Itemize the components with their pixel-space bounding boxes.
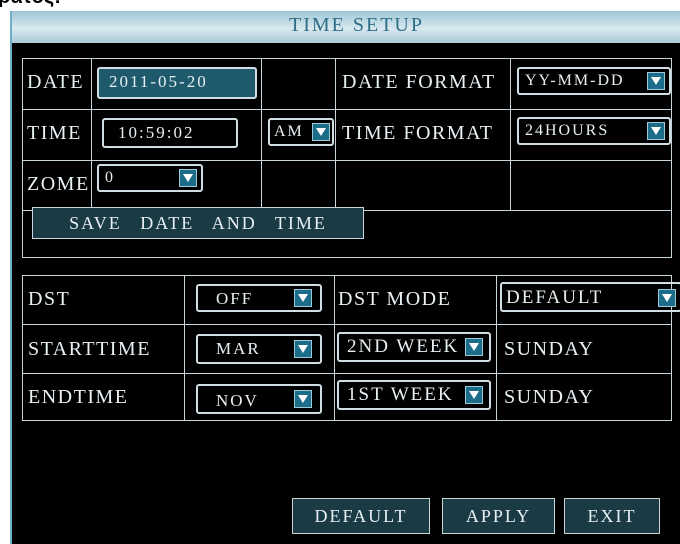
date-label: DATE: [27, 71, 85, 93]
grid-divider: [496, 275, 497, 421]
zone-label: ZOME: [27, 173, 90, 195]
save-date-time-label: SAVE DATE AND TIME: [69, 213, 327, 233]
exit-button-label: EXIT: [587, 506, 637, 526]
apply-button-label: APPLY: [465, 506, 532, 526]
dst-select[interactable]: OFF: [196, 284, 322, 312]
date-format-label: DATE FORMAT: [342, 71, 496, 93]
exit-button[interactable]: EXIT: [564, 498, 660, 534]
end-time-label: ENDTIME: [28, 386, 129, 408]
chevron-down-icon[interactable]: [647, 72, 665, 90]
grid-divider: [22, 373, 672, 374]
time-setup-window: TIME SETUP DATE 2011-05-20 DATE FORMAT Y…: [10, 11, 680, 544]
chevron-down-icon[interactable]: [647, 122, 665, 140]
grid-divider: [22, 160, 672, 161]
grid-divider: [334, 275, 335, 421]
chevron-down-icon[interactable]: [465, 386, 483, 404]
start-week-select[interactable]: 2ND WEEK: [337, 332, 491, 362]
background-text-fragment: ρατός:: [0, 0, 90, 10]
chevron-down-icon[interactable]: [294, 390, 312, 408]
start-week-value: 2ND WEEK: [347, 336, 460, 357]
title-bar: TIME SETUP: [12, 11, 680, 43]
save-date-time-button[interactable]: SAVE DATE AND TIME: [32, 207, 364, 239]
time-format-select[interactable]: 24HOURS: [517, 117, 671, 145]
ampm-select[interactable]: AM: [268, 118, 334, 146]
end-month-value: NOV: [216, 391, 259, 410]
end-week-value: 1ST WEEK: [347, 384, 454, 405]
end-month-select[interactable]: NOV: [196, 384, 322, 414]
end-day-value: SUNDAY: [504, 386, 595, 408]
chevron-down-icon[interactable]: [179, 169, 197, 187]
grid-divider: [184, 275, 185, 421]
grid-divider: [510, 58, 511, 211]
chevron-down-icon[interactable]: [465, 338, 483, 356]
dst-mode-select[interactable]: DEFAULT: [500, 282, 680, 312]
start-time-label: STARTTIME: [28, 338, 151, 360]
end-week-select[interactable]: 1ST WEEK: [337, 380, 491, 410]
time-value: 10:59:02: [118, 123, 195, 142]
time-field[interactable]: 10:59:02: [102, 118, 238, 148]
default-button-label: DEFAULT: [314, 506, 408, 526]
dst-mode-label: DST MODE: [338, 288, 452, 310]
start-month-value: MAR: [216, 339, 261, 358]
chevron-down-icon[interactable]: [658, 289, 676, 307]
time-format-value: 24HOURS: [525, 122, 610, 139]
default-button[interactable]: DEFAULT: [292, 498, 430, 534]
date-field[interactable]: 2011-05-20: [97, 67, 257, 99]
zone-value: 0: [105, 169, 115, 186]
time-label: TIME: [27, 122, 82, 144]
window-title: TIME SETUP: [289, 14, 424, 36]
date-format-select[interactable]: YY-MM-DD: [517, 67, 671, 95]
start-month-select[interactable]: MAR: [196, 334, 322, 364]
start-day-value: SUNDAY: [504, 338, 595, 360]
dst-value: OFF: [216, 289, 254, 308]
dst-mode-value: DEFAULT: [506, 287, 604, 308]
date-format-value: YY-MM-DD: [525, 72, 625, 89]
time-format-label: TIME FORMAT: [342, 122, 494, 144]
ampm-value: AM: [274, 123, 304, 140]
chevron-down-icon[interactable]: [294, 289, 312, 307]
grid-divider: [22, 109, 672, 110]
apply-button[interactable]: APPLY: [442, 498, 555, 534]
date-value: 2011-05-20: [109, 72, 208, 91]
grid-divider: [22, 324, 672, 325]
zone-select[interactable]: 0: [97, 164, 203, 192]
dst-label: DST: [28, 288, 71, 310]
chevron-down-icon[interactable]: [312, 123, 330, 141]
chevron-down-icon[interactable]: [294, 340, 312, 358]
